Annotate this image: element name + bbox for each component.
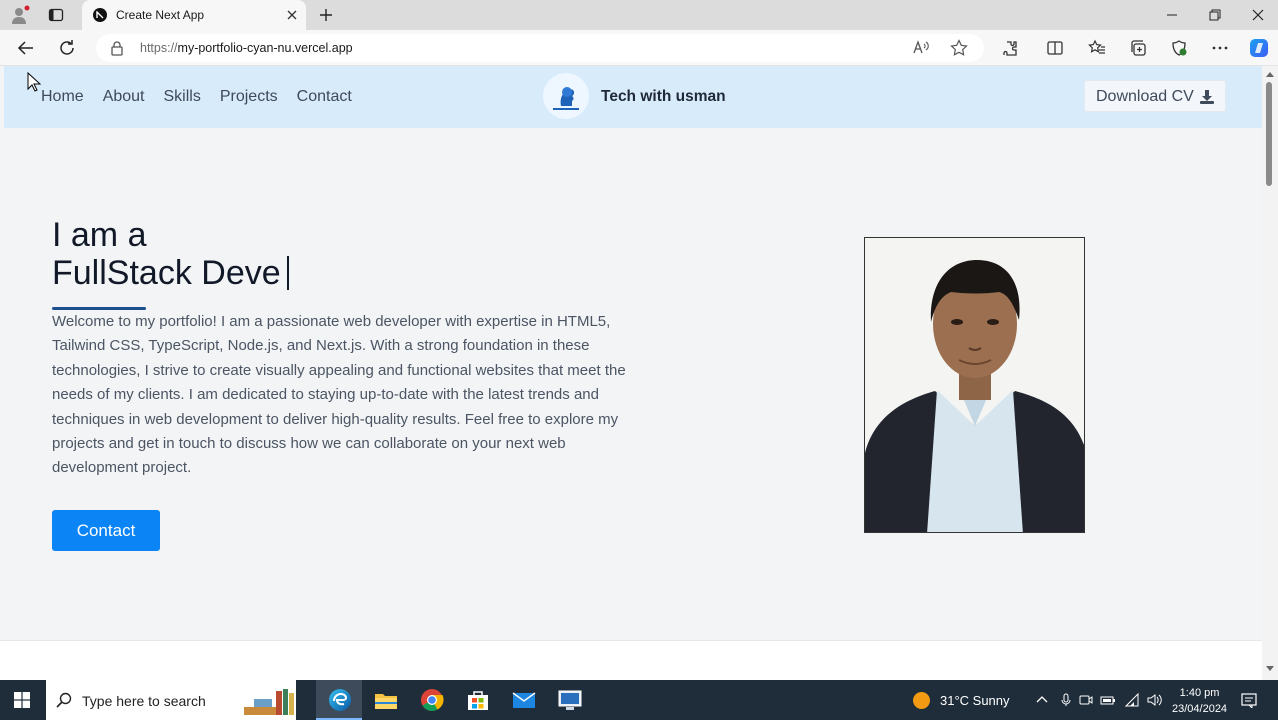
- microphone-icon[interactable]: [1058, 692, 1074, 708]
- battery-icon[interactable]: [1100, 692, 1116, 708]
- volume-icon[interactable]: [1146, 692, 1162, 708]
- search-highlight-icon: [242, 685, 296, 717]
- site-header: Home About Skills Projects Contact Tech …: [4, 66, 1262, 128]
- page-viewport: Home About Skills Projects Contact Tech …: [0, 66, 1262, 680]
- weather-sun-icon[interactable]: [913, 692, 930, 709]
- lock-icon[interactable]: [110, 40, 124, 56]
- nav-contact[interactable]: Contact: [297, 88, 352, 106]
- contact-button[interactable]: Contact: [52, 510, 160, 551]
- clock-time: 1:40 pm: [1179, 687, 1220, 699]
- profile-icon[interactable]: [10, 5, 30, 25]
- typing-caret: [286, 256, 289, 290]
- clock-date: 23/04/2024: [1172, 703, 1228, 715]
- taskbar-search-box[interactable]: Type here to search: [46, 680, 296, 720]
- remote-desktop-icon[interactable]: [556, 686, 584, 714]
- copilot-icon[interactable]: [1249, 38, 1269, 58]
- tab-title: Create Next App: [116, 8, 205, 22]
- collections-icon[interactable]: [1129, 39, 1147, 57]
- mouse-cursor-icon: [27, 72, 41, 92]
- browser-toolbar: https://my-portfolio-cyan-nu.vercel.app: [0, 30, 1278, 66]
- weather-text[interactable]: 31°C Sunny: [940, 693, 1010, 708]
- nextjs-favicon-icon: [93, 8, 107, 22]
- scroll-up-icon[interactable]: [1266, 71, 1274, 77]
- page-scrollbar[interactable]: [1262, 66, 1278, 680]
- download-cv-button[interactable]: Download CV: [1084, 80, 1226, 112]
- close-icon[interactable]: [285, 8, 299, 22]
- nav-projects[interactable]: Projects: [220, 88, 278, 106]
- mail-icon[interactable]: [510, 686, 538, 714]
- download-icon: [1199, 89, 1215, 105]
- windows-taskbar: Type here to search 31°C Sunny 1:40 pm 2…: [0, 680, 1278, 720]
- windows-start-icon[interactable]: [14, 692, 30, 708]
- file-explorer-icon[interactable]: [372, 686, 400, 714]
- url-text[interactable]: https://my-portfolio-cyan-nu.vercel.app: [140, 41, 353, 55]
- brand-name[interactable]: Tech with usman: [601, 88, 726, 106]
- more-icon[interactable]: [1211, 39, 1229, 57]
- favorite-icon[interactable]: [950, 39, 968, 57]
- typing-text: FullStack Deve: [52, 254, 281, 292]
- nav-about[interactable]: About: [103, 88, 145, 106]
- search-icon: [56, 692, 72, 708]
- nav-home[interactable]: Home: [41, 88, 84, 106]
- restore-icon[interactable]: [1207, 7, 1223, 23]
- network-icon[interactable]: [1124, 692, 1140, 708]
- read-aloud-icon[interactable]: [912, 39, 930, 57]
- browser-essentials-icon[interactable]: [1170, 39, 1188, 57]
- show-hidden-icons-icon[interactable]: [1034, 692, 1050, 708]
- url-protocol: https://: [140, 41, 178, 55]
- new-tab-icon[interactable]: [318, 7, 334, 23]
- extensions-icon[interactable]: [1001, 39, 1019, 57]
- profile-photo: [864, 237, 1085, 533]
- refresh-icon[interactable]: [58, 39, 76, 57]
- brand-logo[interactable]: [543, 73, 589, 119]
- hero-heading-line2: FullStack Deve: [52, 254, 289, 293]
- meet-now-icon[interactable]: [1078, 692, 1094, 708]
- scrollbar-thumb[interactable]: [1266, 82, 1272, 186]
- window-close-icon[interactable]: [1250, 7, 1266, 23]
- hero-heading-line1: I am a: [52, 216, 147, 254]
- intro-paragraph: Welcome to my portfolio! I am a passiona…: [52, 313, 626, 477]
- site-nav: Home About Skills Projects Contact: [41, 88, 352, 106]
- nav-skills[interactable]: Skills: [164, 88, 201, 106]
- url-host: my-portfolio-cyan-nu.vercel.app: [177, 41, 353, 55]
- chrome-icon[interactable]: [418, 686, 446, 714]
- scroll-down-icon[interactable]: [1266, 666, 1274, 672]
- edge-icon[interactable]: [326, 686, 354, 714]
- browser-tab-strip: Create Next App: [0, 0, 1278, 30]
- next-section-edge: [0, 640, 1262, 680]
- tab-actions-icon[interactable]: [48, 7, 64, 23]
- back-icon[interactable]: [17, 39, 35, 57]
- split-screen-icon[interactable]: [1046, 39, 1064, 57]
- download-cv-label: Download CV: [1096, 88, 1194, 105]
- store-icon[interactable]: [464, 686, 492, 714]
- active-tab[interactable]: Create Next App: [82, 0, 306, 30]
- minimize-icon[interactable]: [1164, 7, 1180, 23]
- favorites-icon[interactable]: [1088, 39, 1106, 57]
- taskbar-clock[interactable]: 1:40 pm 23/04/2024: [1172, 685, 1227, 717]
- notifications-icon[interactable]: [1240, 692, 1258, 710]
- search-placeholder: Type here to search: [82, 693, 206, 709]
- address-bar[interactable]: https://my-portfolio-cyan-nu.vercel.app: [96, 34, 984, 62]
